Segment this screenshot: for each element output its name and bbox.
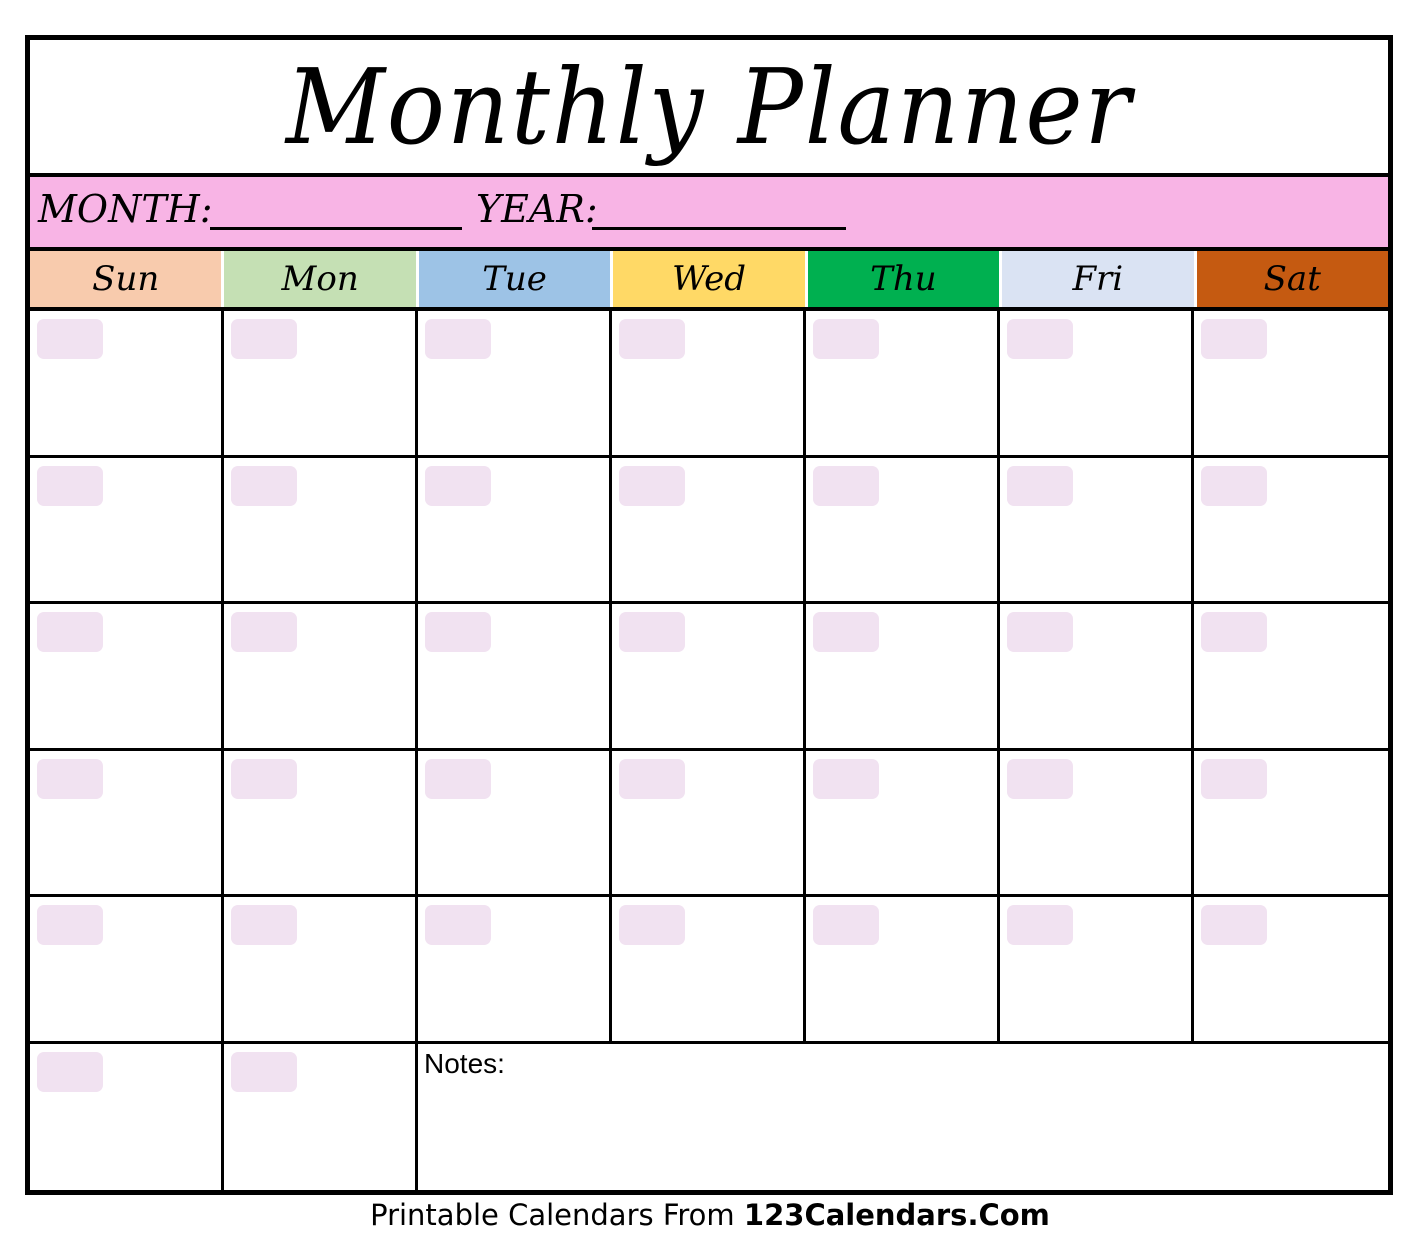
day-cell[interactable] <box>224 457 418 604</box>
date-number-box[interactable] <box>231 758 297 799</box>
date-number-box[interactable] <box>425 758 491 799</box>
notes-area[interactable]: Notes: <box>418 1043 1388 1190</box>
page-title: Monthly Planner <box>285 45 1133 168</box>
weekday-thu: Thu <box>807 251 1003 307</box>
day-cell[interactable] <box>612 457 806 604</box>
day-cell[interactable] <box>30 750 224 897</box>
date-number-box[interactable] <box>1007 612 1073 652</box>
date-number-box[interactable] <box>425 612 491 652</box>
day-cell[interactable] <box>418 311 612 458</box>
title-row: Monthly Planner <box>30 40 1388 177</box>
day-cell[interactable] <box>30 311 224 458</box>
day-cell[interactable] <box>418 457 612 604</box>
day-cell[interactable] <box>806 311 1000 458</box>
day-cell[interactable] <box>806 457 1000 604</box>
date-number-box[interactable] <box>231 465 297 506</box>
weekday-fri: Fri <box>1002 251 1197 307</box>
calendar-grid: Notes: <box>30 311 1388 1190</box>
date-number-box[interactable] <box>813 612 879 652</box>
date-number-box[interactable] <box>37 319 103 359</box>
day-cell[interactable] <box>612 604 806 751</box>
weekday-mon: Mon <box>224 251 419 307</box>
weekday-header-row: Sun Mon Tue Wed Thu Fri Sat <box>30 251 1388 311</box>
footer-credit: Printable Calendars From 123Calendars.Co… <box>0 1198 1420 1232</box>
date-number-box[interactable] <box>37 905 103 945</box>
date-number-box[interactable] <box>37 612 103 652</box>
date-number-box[interactable] <box>37 758 103 799</box>
day-cell[interactable] <box>224 311 418 458</box>
date-number-box[interactable] <box>619 465 685 506</box>
planner-sheet: Monthly Planner MONTH: YEAR: Sun Mon Tue We… <box>25 35 1393 1195</box>
month-year-bar: MONTH: YEAR: <box>30 177 1388 251</box>
weekday-wed: Wed <box>613 251 808 307</box>
day-cell[interactable] <box>806 750 1000 897</box>
day-cell[interactable] <box>1000 604 1194 751</box>
day-cell[interactable] <box>30 604 224 751</box>
day-cell[interactable] <box>30 457 224 604</box>
date-number-box[interactable] <box>619 319 685 359</box>
notes-label: Notes: <box>424 1047 505 1079</box>
day-cell[interactable] <box>612 750 806 897</box>
date-number-box[interactable] <box>1201 319 1267 359</box>
day-cell[interactable] <box>806 604 1000 751</box>
month-field[interactable] <box>210 227 462 230</box>
date-number-box[interactable] <box>813 758 879 799</box>
day-cell[interactable] <box>1000 311 1194 458</box>
day-cell[interactable] <box>1000 897 1194 1044</box>
day-cell[interactable] <box>1000 750 1194 897</box>
day-cell[interactable] <box>418 604 612 751</box>
date-number-box[interactable] <box>1201 465 1267 506</box>
day-cell[interactable] <box>1194 311 1388 458</box>
day-cell[interactable] <box>30 897 224 1044</box>
day-cell[interactable] <box>1194 897 1388 1044</box>
date-number-box[interactable] <box>813 905 879 945</box>
date-number-box[interactable] <box>813 319 879 359</box>
date-number-box[interactable] <box>231 905 297 945</box>
date-number-box[interactable] <box>37 465 103 506</box>
day-cell[interactable] <box>806 897 1000 1044</box>
date-number-box[interactable] <box>425 465 491 506</box>
month-label: MONTH: <box>38 187 213 231</box>
date-number-box[interactable] <box>425 319 491 359</box>
footer-brand-link[interactable]: 123Calendars.Com <box>744 1198 1050 1232</box>
date-number-box[interactable] <box>1201 905 1267 945</box>
date-number-box[interactable] <box>231 612 297 652</box>
date-number-box[interactable] <box>1007 758 1073 799</box>
date-number-box[interactable] <box>425 905 491 945</box>
date-number-box[interactable] <box>1201 612 1267 652</box>
day-cell[interactable] <box>224 604 418 751</box>
date-number-box[interactable] <box>1007 319 1073 359</box>
year-field[interactable] <box>592 227 846 230</box>
date-number-box[interactable] <box>231 319 297 359</box>
day-cell[interactable] <box>418 897 612 1044</box>
day-cell[interactable] <box>612 897 806 1044</box>
footer-prefix: Printable Calendars From <box>370 1198 744 1232</box>
day-cell[interactable] <box>224 897 418 1044</box>
date-number-box[interactable] <box>231 1051 297 1092</box>
day-cell[interactable] <box>1194 604 1388 751</box>
date-number-box[interactable] <box>37 1051 103 1092</box>
weekday-tue: Tue <box>418 251 614 307</box>
date-number-box[interactable] <box>1007 905 1073 945</box>
year-label: YEAR: <box>476 187 598 231</box>
day-cell[interactable] <box>1194 750 1388 897</box>
day-cell[interactable] <box>224 750 418 897</box>
date-number-box[interactable] <box>619 612 685 652</box>
day-cell[interactable] <box>30 1043 224 1190</box>
day-cell[interactable] <box>1000 457 1194 604</box>
date-number-box[interactable] <box>619 758 685 799</box>
day-cell[interactable] <box>1194 457 1388 604</box>
date-number-box[interactable] <box>619 905 685 945</box>
weekday-sat: Sat <box>1196 251 1388 307</box>
date-number-box[interactable] <box>1201 758 1267 799</box>
date-number-box[interactable] <box>813 465 879 506</box>
weekday-sun: Sun <box>30 251 225 307</box>
day-cell[interactable] <box>224 1043 418 1190</box>
date-number-box[interactable] <box>1007 465 1073 506</box>
day-cell[interactable] <box>612 311 806 458</box>
day-cell[interactable] <box>418 750 612 897</box>
